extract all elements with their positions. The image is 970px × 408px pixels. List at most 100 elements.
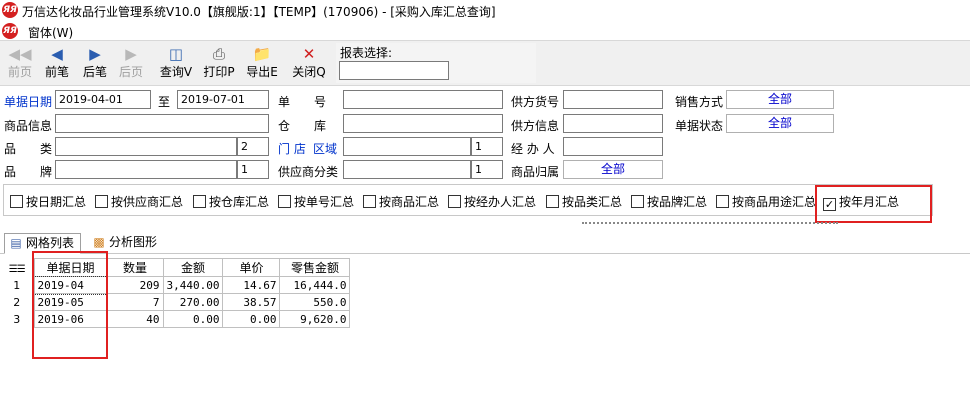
left-arrow-icon: ◀ xyxy=(51,45,63,63)
close-button[interactable]: ✕ 关闭Q xyxy=(291,44,327,84)
checkbox-icon[interactable] xyxy=(278,195,291,208)
menu-app-icon[interactable]: ЯЯ xyxy=(2,23,18,39)
sales-mode-select[interactable]: 全部 xyxy=(726,90,834,109)
doc-no-label: 单 号 xyxy=(278,95,327,109)
cell-price[interactable]: 14.67 xyxy=(222,276,281,294)
report-select-label: 报表选择: xyxy=(340,46,393,60)
next-page-button[interactable]: ▶ 后页 xyxy=(115,44,147,84)
window-title: 万信达化妆品行业管理系统V10.0【旗舰版:1】【TEMP】(170906) -… xyxy=(22,5,496,19)
summary-option-label: 按单号汇总 xyxy=(294,195,355,209)
checkbox-icon[interactable] xyxy=(716,195,729,208)
cell-price[interactable]: 38.57 xyxy=(222,293,281,311)
cell-amount[interactable]: 270.00 xyxy=(162,293,224,311)
summary-option-2[interactable]: 按供应商汇总 xyxy=(95,193,183,209)
handler-label: 经 办 人 xyxy=(511,142,555,156)
printer-icon: ⎙ xyxy=(212,45,225,63)
checkbox-icon[interactable] xyxy=(631,195,644,208)
document-search-icon: ◫ xyxy=(168,45,184,63)
category-input[interactable] xyxy=(55,137,237,156)
summary-option-7[interactable]: 按品类汇总 xyxy=(546,193,622,209)
summary-option-label: 按日期汇总 xyxy=(26,195,87,209)
col-header-price[interactable]: 单价 xyxy=(222,258,281,277)
supplier-class-input[interactable] xyxy=(343,160,471,179)
checkbox-icon[interactable] xyxy=(546,195,559,208)
summary-option-5[interactable]: 按商品汇总 xyxy=(363,193,439,209)
checkbox-icon[interactable] xyxy=(448,195,461,208)
next-record-button[interactable]: ▶ 后笔 xyxy=(78,44,112,84)
category-level-input[interactable]: 2 xyxy=(237,137,269,156)
summary-option-4[interactable]: 按单号汇总 xyxy=(278,193,354,209)
supplier-code-input[interactable] xyxy=(563,90,663,109)
summary-option-1[interactable]: 按日期汇总 xyxy=(10,193,86,209)
grid-row-header-corner[interactable]: ☰☰ xyxy=(0,258,34,277)
cell-qty[interactable]: 40 xyxy=(106,310,164,328)
product-info-input[interactable] xyxy=(55,114,269,133)
menu-window[interactable]: 窗体(W) xyxy=(28,24,73,41)
summary-option-8[interactable]: 按品牌汇总 xyxy=(631,193,707,209)
row-number: 2 xyxy=(13,295,21,309)
summary-option-9[interactable]: 按商品用途汇总 xyxy=(716,193,816,209)
doc-date-from-input[interactable]: 2019-04-01 xyxy=(55,90,151,109)
highlight-year-month-option xyxy=(815,185,932,223)
summary-option-6[interactable]: 按经办人汇总 xyxy=(448,193,536,209)
store-label[interactable]: 门 店 xyxy=(278,140,306,157)
handler-input[interactable] xyxy=(563,137,663,156)
store-level-input[interactable]: 1 xyxy=(471,137,503,156)
sales-mode-label: 销售方式 xyxy=(675,95,724,109)
prev-page-button[interactable]: ◀◀ 前页 xyxy=(4,44,36,84)
cell-price[interactable]: 0.00 xyxy=(222,310,281,328)
cell-qty[interactable]: 209 xyxy=(106,276,164,294)
doc-date-to-input[interactable]: 2019-07-01 xyxy=(177,90,269,109)
summary-option-3[interactable]: 按仓库汇总 xyxy=(193,193,269,209)
checkbox-icon[interactable] xyxy=(95,195,108,208)
cell-retail[interactable]: 550.0 xyxy=(279,293,351,311)
row-number: 3 xyxy=(13,312,21,326)
checkbox-icon[interactable] xyxy=(10,195,23,208)
warehouse-input[interactable] xyxy=(343,114,503,133)
print-button[interactable]: ⎙ 打印P xyxy=(201,44,237,84)
summary-option-label: 按供应商汇总 xyxy=(111,195,184,209)
col-header-qty[interactable]: 数量 xyxy=(106,258,164,277)
doc-status-label: 单据状态 xyxy=(675,119,724,133)
document-icon: ▤ xyxy=(10,236,22,250)
cell-amount[interactable]: 0.00 xyxy=(162,310,224,328)
right-arrow-icon: ▶ xyxy=(89,45,101,63)
product-info-label: 商品信息 xyxy=(4,119,53,133)
col-header-amount[interactable]: 金额 xyxy=(162,258,224,277)
cell-qty[interactable]: 7 xyxy=(106,293,164,311)
summary-option-label: 按仓库汇总 xyxy=(209,195,270,209)
category-label: 品 类 xyxy=(4,142,53,156)
row-number: 1 xyxy=(13,278,21,292)
summary-option-label: 按经办人汇总 xyxy=(464,195,537,209)
summary-option-label: 按品牌汇总 xyxy=(647,195,708,209)
right-arrow-icon: ▶ xyxy=(125,45,137,63)
to-label: 至 xyxy=(158,95,171,109)
doc-date-label[interactable]: 单据日期 xyxy=(4,93,52,110)
supplier-class-label: 供应商分类 xyxy=(278,165,339,179)
col-header-retail[interactable]: 零售金额 xyxy=(279,258,351,277)
close-icon: ✕ xyxy=(302,45,316,63)
checkbox-icon[interactable] xyxy=(363,195,376,208)
query-button[interactable]: ◫ 查询V xyxy=(158,44,194,84)
checkbox-icon[interactable] xyxy=(193,195,206,208)
cell-retail[interactable]: 16,444.0 xyxy=(279,276,351,294)
export-button[interactable]: 📁 导出E xyxy=(244,44,280,84)
menu-bar xyxy=(0,22,970,40)
brand-input[interactable] xyxy=(55,160,237,179)
cell-retail[interactable]: 9,620.0 xyxy=(279,310,351,328)
cell-amount[interactable]: 3,440.00 xyxy=(162,276,224,294)
panel-splitter[interactable] xyxy=(582,222,838,226)
doc-status-select[interactable]: 全部 xyxy=(726,114,834,133)
brand-label: 品 牌 xyxy=(4,165,53,179)
store-input[interactable] xyxy=(343,137,471,156)
supplier-info-input[interactable] xyxy=(563,114,663,133)
prev-record-button[interactable]: ◀ 前笔 xyxy=(40,44,74,84)
brand-level-input[interactable]: 1 xyxy=(237,160,269,179)
supplier-class-level-input[interactable]: 1 xyxy=(471,160,503,179)
region-label[interactable]: 区域 xyxy=(313,140,337,157)
product-owner-select[interactable]: 全部 xyxy=(563,160,663,179)
bar-chart-icon: ▩ xyxy=(93,235,105,249)
doc-no-input[interactable] xyxy=(343,90,503,109)
summary-option-label: 按商品汇总 xyxy=(379,195,440,209)
report-select-input[interactable] xyxy=(339,61,449,80)
